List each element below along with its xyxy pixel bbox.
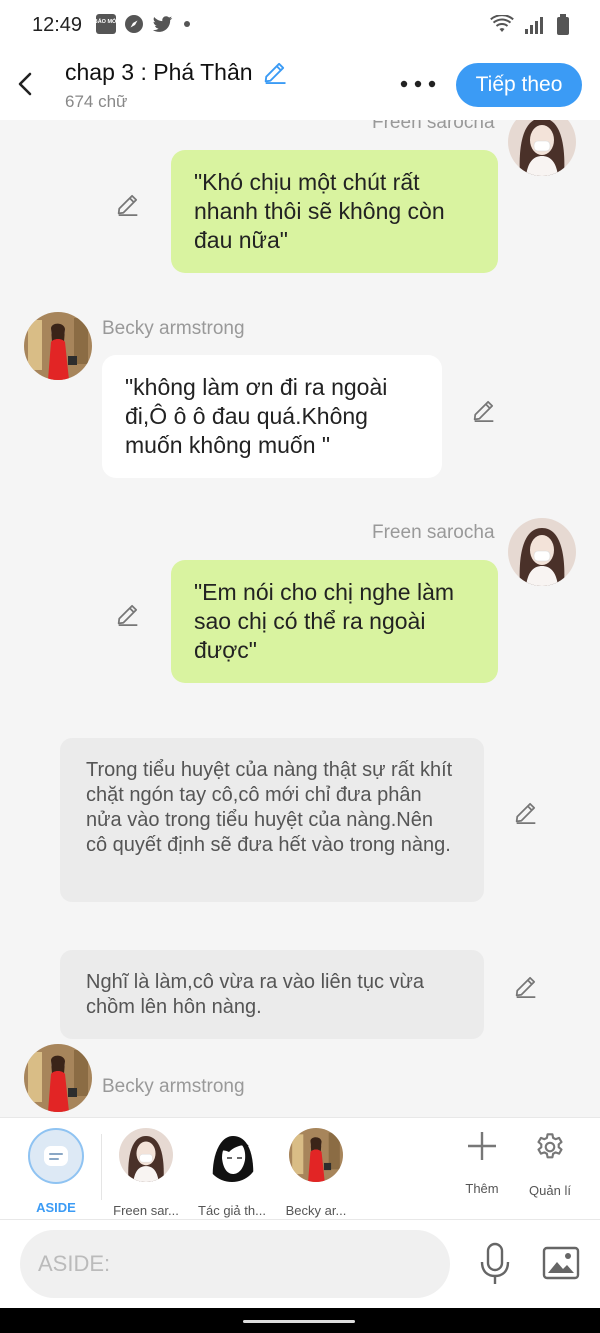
- author-avatar: [205, 1128, 259, 1182]
- becky-avatar[interactable]: [24, 312, 92, 380]
- plus-icon: [468, 1132, 496, 1160]
- baomoi-app-icon-text: BÁO MỚI: [96, 17, 116, 25]
- more-notifications-dot-icon: [184, 21, 190, 27]
- freen-avatar: [119, 1128, 173, 1182]
- edit-narration-pencil-icon[interactable]: [512, 798, 540, 826]
- input-bar: [0, 1219, 600, 1308]
- navigation-bar: [0, 1308, 600, 1333]
- back-arrow-icon[interactable]: [12, 68, 40, 100]
- wifi-icon: [490, 15, 514, 32]
- system-icons: [490, 14, 570, 36]
- sender-name: Freen sarocha: [372, 120, 495, 133]
- character-label: ASIDE: [36, 1200, 76, 1215]
- aside-icon: [44, 1146, 68, 1166]
- edit-message-pencil-icon[interactable]: [114, 600, 142, 628]
- character-author[interactable]: Tác giả th...: [192, 1128, 272, 1218]
- message-bubble[interactable]: "Khó chịu một chút rất nhanh thôi sẽ khô…: [171, 150, 498, 273]
- edit-message-pencil-icon[interactable]: [114, 190, 142, 218]
- app-header: chap 3 : Phá Thân 674 chữ Tiếp theo: [0, 50, 600, 120]
- message-becky-2: Becky armstrong: [0, 1040, 600, 1117]
- next-chapter-button[interactable]: Tiếp theo: [456, 63, 582, 107]
- message-freen-2: Freen sarocha "Em nói cho chị nghe làm s…: [0, 516, 600, 696]
- message-freen-1: Freen sarocha "Khó chịu một chút rất nha…: [0, 120, 600, 290]
- chapter-title[interactable]: chap 3 : Phá Thân: [65, 58, 289, 86]
- manage-characters-button[interactable]: Quản lí: [520, 1130, 580, 1198]
- add-character-button[interactable]: Thêm: [452, 1130, 512, 1196]
- manage-label: Quản lí: [529, 1183, 571, 1198]
- edit-title-pencil-icon[interactable]: [261, 58, 289, 86]
- status-time: 12:49: [32, 14, 83, 36]
- character-freen[interactable]: Freen sar...: [106, 1128, 186, 1218]
- battery-icon: [557, 14, 569, 35]
- home-indicator[interactable]: [243, 1320, 355, 1323]
- freen-avatar[interactable]: [508, 518, 576, 586]
- baomoi-app-icon: BÁO MỚI: [96, 14, 116, 34]
- message-bubble[interactable]: "không làm ơn đi ra ngoài đi,Ô ô ô đau q…: [102, 355, 442, 478]
- message-becky-1: Becky armstrong "không làm ơn đi ra ngoà…: [0, 310, 600, 490]
- becky-avatar[interactable]: [24, 1044, 92, 1112]
- character-label: Freen sar...: [113, 1203, 179, 1218]
- character-becky[interactable]: Becky ar...: [276, 1128, 356, 1218]
- sender-name: Becky armstrong: [102, 318, 245, 339]
- becky-avatar: [289, 1128, 343, 1182]
- twitter-icon: [152, 16, 173, 32]
- word-count: 674 chữ: [65, 92, 128, 111]
- divider: [101, 1134, 102, 1200]
- status-bar: 12:49 BÁO MỚI: [0, 0, 600, 50]
- character-label: Becky ar...: [285, 1203, 347, 1218]
- character-aside[interactable]: ASIDE: [16, 1128, 96, 1215]
- aside-circle: [28, 1128, 84, 1184]
- edit-narration-pencil-icon[interactable]: [512, 972, 540, 1000]
- microphone-icon[interactable]: [478, 1242, 512, 1286]
- character-label: Tác giả th...: [198, 1203, 266, 1218]
- character-selector: ASIDE Freen sar... Tác giả th... Becky a…: [0, 1117, 600, 1219]
- gear-icon: [537, 1133, 563, 1159]
- chapter-title-text: chap 3 : Phá Thân: [65, 58, 253, 85]
- edit-message-pencil-icon[interactable]: [470, 396, 498, 424]
- compass-app-icon: [125, 15, 143, 33]
- sender-name: Becky armstrong: [102, 1076, 245, 1097]
- freen-avatar[interactable]: [508, 120, 576, 176]
- notification-icons: BÁO MỚI: [96, 14, 192, 34]
- narration-block[interactable]: Trong tiểu huyệt của nàng thật sự rất kh…: [60, 738, 484, 902]
- message-bubble[interactable]: "Em nói cho chị nghe làm sao chị có thể …: [171, 560, 498, 683]
- signal-icon: [525, 17, 543, 34]
- add-label: Thêm: [465, 1181, 499, 1196]
- more-options-icon[interactable]: [398, 70, 438, 98]
- chat-area[interactable]: Freen sarocha "Khó chịu một chút rất nha…: [0, 120, 600, 1117]
- image-icon[interactable]: [542, 1246, 580, 1280]
- narration-block[interactable]: Nghĩ là làm,cô vừa ra vào liên tục vừa c…: [60, 950, 484, 1039]
- sender-name: Freen sarocha: [372, 522, 495, 543]
- message-input[interactable]: [20, 1230, 450, 1298]
